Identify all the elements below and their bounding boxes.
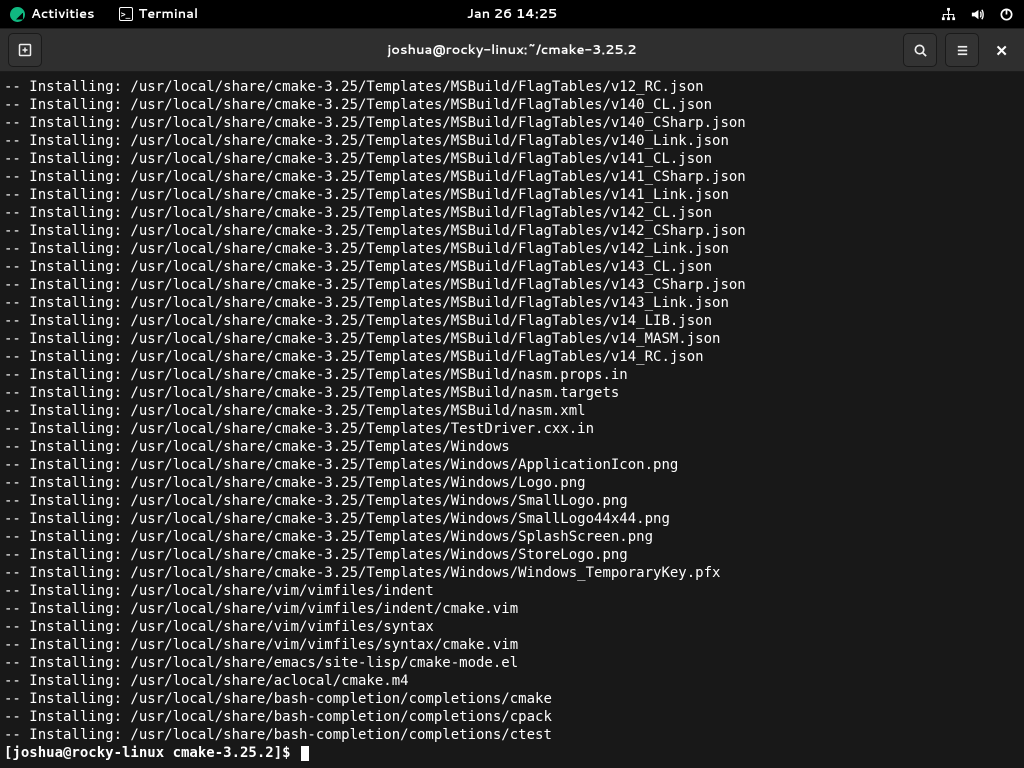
power-icon[interactable] bbox=[999, 7, 1014, 22]
hamburger-menu-button[interactable] bbox=[945, 33, 979, 67]
output-line: -- Installing: /usr/local/share/vim/vimf… bbox=[4, 600, 1020, 618]
output-line: -- Installing: /usr/local/share/cmake-3.… bbox=[4, 150, 1020, 168]
gnome-topbar: Activities >_ Terminal Jan 26 14:25 bbox=[0, 0, 1024, 28]
window-title: joshua@rocky-linux:~/cmake-3.25.2 bbox=[387, 41, 636, 59]
clock-label: Jan 26 14:25 bbox=[467, 5, 557, 23]
output-line: -- Installing: /usr/local/share/cmake-3.… bbox=[4, 186, 1020, 204]
output-line: -- Installing: /usr/local/share/cmake-3.… bbox=[4, 78, 1020, 96]
activities-button[interactable]: Activities bbox=[10, 5, 95, 23]
output-line: -- Installing: /usr/local/share/cmake-3.… bbox=[4, 312, 1020, 330]
output-line: -- Installing: /usr/local/share/cmake-3.… bbox=[4, 438, 1020, 456]
output-line: -- Installing: /usr/local/share/cmake-3.… bbox=[4, 564, 1020, 582]
output-line: -- Installing: /usr/local/share/cmake-3.… bbox=[4, 240, 1020, 258]
activities-label: Activities bbox=[31, 5, 95, 23]
new-tab-button[interactable] bbox=[8, 33, 42, 67]
output-line: -- Installing: /usr/local/share/cmake-3.… bbox=[4, 492, 1020, 510]
output-line: -- Installing: /usr/local/share/vim/vimf… bbox=[4, 636, 1020, 654]
output-line: -- Installing: /usr/local/share/aclocal/… bbox=[4, 672, 1020, 690]
output-line: -- Installing: /usr/local/share/cmake-3.… bbox=[4, 348, 1020, 366]
output-line: -- Installing: /usr/local/share/bash-com… bbox=[4, 690, 1020, 708]
search-button[interactable] bbox=[903, 33, 937, 67]
output-line: -- Installing: /usr/local/share/cmake-3.… bbox=[4, 132, 1020, 150]
output-line: -- Installing: /usr/local/share/cmake-3.… bbox=[4, 204, 1020, 222]
output-line: -- Installing: /usr/local/share/vim/vimf… bbox=[4, 618, 1020, 636]
network-icon[interactable] bbox=[941, 7, 956, 22]
output-line: -- Installing: /usr/local/share/cmake-3.… bbox=[4, 222, 1020, 240]
output-line: -- Installing: /usr/local/share/cmake-3.… bbox=[4, 546, 1020, 564]
output-line: -- Installing: /usr/local/share/bash-com… bbox=[4, 726, 1020, 744]
output-line: -- Installing: /usr/local/share/cmake-3.… bbox=[4, 510, 1020, 528]
clock[interactable]: Jan 26 14:25 bbox=[467, 5, 557, 23]
app-menu-label: Terminal bbox=[139, 5, 199, 23]
output-line: -- Installing: /usr/local/share/cmake-3.… bbox=[4, 456, 1020, 474]
output-line: -- Installing: /usr/local/share/vim/vimf… bbox=[4, 582, 1020, 600]
output-line: -- Installing: /usr/local/share/cmake-3.… bbox=[4, 420, 1020, 438]
output-line: -- Installing: /usr/local/share/emacs/si… bbox=[4, 654, 1020, 672]
output-line: -- Installing: /usr/local/share/cmake-3.… bbox=[4, 330, 1020, 348]
shell-prompt[interactable]: [joshua@rocky-linux cmake-3.25.2]$ bbox=[4, 744, 1020, 762]
output-line: -- Installing: /usr/local/share/cmake-3.… bbox=[4, 294, 1020, 312]
output-line: -- Installing: /usr/local/share/cmake-3.… bbox=[4, 366, 1020, 384]
output-line: -- Installing: /usr/local/share/cmake-3.… bbox=[4, 258, 1020, 276]
output-line: -- Installing: /usr/local/share/bash-com… bbox=[4, 708, 1020, 726]
terminal-headerbar: joshua@rocky-linux:~/cmake-3.25.2 ✕ bbox=[0, 28, 1024, 72]
output-line: -- Installing: /usr/local/share/cmake-3.… bbox=[4, 528, 1020, 546]
terminal-icon: >_ bbox=[119, 7, 133, 21]
output-line: -- Installing: /usr/local/share/cmake-3.… bbox=[4, 276, 1020, 294]
cursor bbox=[301, 746, 309, 761]
system-tray[interactable] bbox=[941, 7, 1014, 22]
output-line: -- Installing: /usr/local/share/cmake-3.… bbox=[4, 168, 1020, 186]
output-line: -- Installing: /usr/local/share/cmake-3.… bbox=[4, 474, 1020, 492]
volume-icon[interactable] bbox=[970, 7, 985, 22]
terminal-output[interactable]: -- Installing: /usr/local/share/cmake-3.… bbox=[0, 72, 1024, 768]
output-line: -- Installing: /usr/local/share/cmake-3.… bbox=[4, 402, 1020, 420]
distro-icon bbox=[10, 7, 25, 22]
output-line: -- Installing: /usr/local/share/cmake-3.… bbox=[4, 114, 1020, 132]
close-button[interactable]: ✕ bbox=[987, 40, 1016, 61]
output-line: -- Installing: /usr/local/share/cmake-3.… bbox=[4, 384, 1020, 402]
app-menu-terminal[interactable]: >_ Terminal bbox=[119, 5, 199, 23]
output-line: -- Installing: /usr/local/share/cmake-3.… bbox=[4, 96, 1020, 114]
